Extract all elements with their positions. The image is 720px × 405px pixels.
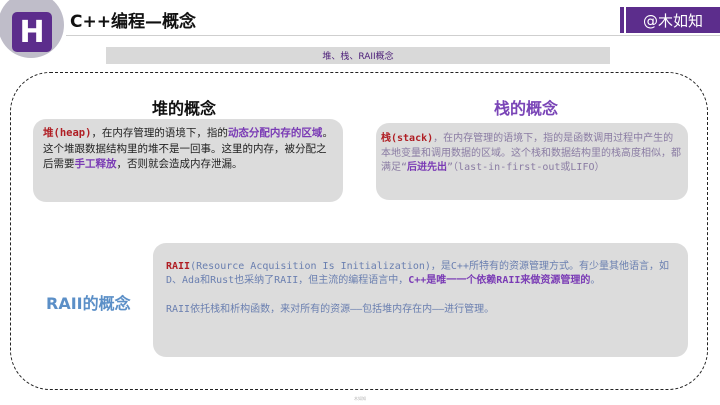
stack-title: 栈的概念 — [494, 99, 559, 118]
title-divider — [66, 35, 720, 36]
heap-text-3: ，否则就会造成内存泄漏。 — [116, 158, 243, 170]
stack-card: 栈(stack)，在内存管理的语境下，指的是函数调用过程中产生的本地变量和调用数… — [376, 123, 688, 200]
brand-badge: @木如知 — [626, 7, 720, 33]
raii-card: RAII(Resource Acquisition Is Initializat… — [153, 243, 688, 357]
brand-accent-bar — [620, 7, 624, 33]
logo-letter: H — [19, 14, 45, 50]
stack-term: 栈(stack) — [381, 133, 434, 144]
raii-highlight: C++是唯一一个依赖RAII来做资源管理的 — [408, 275, 591, 286]
stack-highlight: 后进先出 — [407, 162, 448, 173]
heap-text-1: ，在内存管理的语境下，指的 — [91, 127, 228, 139]
raii-term: RAII — [166, 261, 191, 272]
raii-text: RAII(Resource Acquisition Is Initializat… — [166, 260, 675, 288]
footer-watermark: 木如知 — [354, 396, 366, 401]
stack-text: 栈(stack)，在内存管理的语境下，指的是函数调用过程中产生的本地变量和调用数… — [381, 132, 683, 176]
stack-text-2: ”（last-in-first-out或LIFO） — [447, 162, 605, 173]
raii-title: RAII的概念 — [46, 294, 131, 313]
raii-text-p2: RAII依托栈和析构函数，来对所有的资源——包括堆内存在内——进行管理。 — [166, 304, 495, 315]
raii-text-2: 。 — [590, 275, 601, 286]
page-title: C++编程—概念 — [70, 12, 196, 32]
heap-text: 堆(heap)，在内存管理的语境下，指的动态分配内存的区域。这个堆跟数据结构里的… — [43, 126, 333, 173]
heap-card: 堆(heap)，在内存管理的语境下，指的动态分配内存的区域。这个堆跟数据结构里的… — [33, 119, 343, 202]
logo: H — [12, 12, 52, 52]
heap-term: 堆(heap) — [43, 127, 92, 139]
heap-highlight-2: 手工释放 — [74, 158, 117, 170]
section-banner: 堆、栈、RAII概念 — [106, 47, 610, 64]
heap-highlight-1: 动态分配内存的区域 — [227, 127, 323, 139]
heap-title: 堆的概念 — [152, 99, 217, 118]
